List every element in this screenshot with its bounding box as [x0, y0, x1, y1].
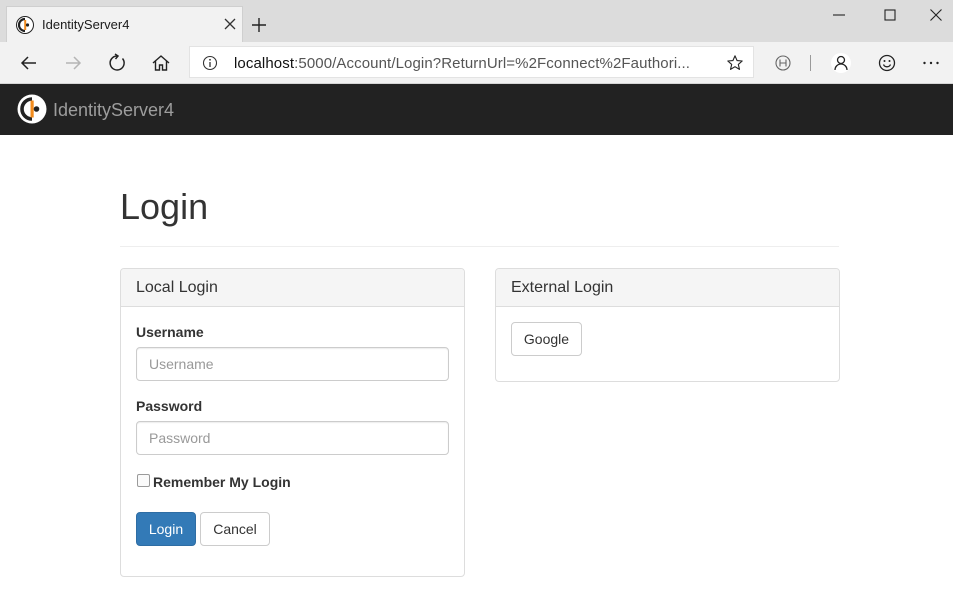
title-divider	[120, 246, 839, 247]
username-input[interactable]	[136, 347, 449, 381]
brand-name[interactable]: IdentityServer4	[53, 100, 174, 121]
identityserver-logo-icon	[16, 16, 34, 34]
page-title: Login	[120, 186, 209, 227]
url-host: localhost	[234, 55, 295, 72]
external-login-panel: External Login Google	[495, 268, 840, 382]
profile-icon[interactable]	[830, 52, 852, 74]
close-icon[interactable]	[221, 15, 239, 33]
refresh-icon[interactable]	[106, 52, 128, 74]
google-login-button[interactable]: Google	[511, 322, 582, 356]
browser-tab[interactable]: IdentityServer4	[6, 6, 243, 42]
browser-toolbar: localhost:5000/Account/Login?ReturnUrl=%…	[0, 42, 953, 84]
tab-title: IdentityServer4	[42, 17, 130, 32]
star-icon[interactable]	[726, 54, 744, 72]
external-login-heading: External Login	[496, 269, 839, 307]
browser-tab-strip: IdentityServer4	[0, 0, 953, 42]
close-icon[interactable]	[927, 6, 945, 24]
maximize-icon[interactable]	[881, 6, 899, 24]
more-icon[interactable]	[920, 52, 942, 74]
cancel-button[interactable]: Cancel	[200, 512, 270, 546]
remember-checkbox[interactable]	[137, 474, 150, 487]
username-label: Username	[136, 324, 204, 340]
local-login-heading: Local Login	[121, 269, 464, 307]
reading-mode-icon[interactable]	[772, 52, 794, 74]
login-button[interactable]: Login	[136, 512, 196, 546]
password-input[interactable]	[136, 421, 449, 455]
plus-icon[interactable]	[250, 16, 268, 34]
url-path: :5000/Account/Login?ReturnUrl=%2Fconnect…	[294, 55, 691, 72]
info-icon[interactable]	[202, 55, 218, 71]
minimize-icon[interactable]	[830, 6, 848, 24]
password-label: Password	[136, 398, 203, 414]
emoji-icon[interactable]	[876, 52, 898, 74]
home-icon[interactable]	[150, 52, 172, 74]
toolbar-divider	[810, 55, 811, 71]
url-text: localhost:5000/Account/Login?ReturnUrl=%…	[234, 55, 690, 72]
back-arrow-icon[interactable]	[18, 52, 40, 74]
remember-label[interactable]: Remember My Login	[153, 474, 291, 490]
local-login-panel: Local Login Username Password Remember M…	[120, 268, 465, 577]
identityserver-logo-icon[interactable]	[17, 94, 47, 124]
forward-arrow-icon[interactable]	[62, 52, 84, 74]
site-navbar: IdentityServer4	[0, 84, 953, 135]
address-bar[interactable]: localhost:5000/Account/Login?ReturnUrl=%…	[189, 46, 754, 78]
